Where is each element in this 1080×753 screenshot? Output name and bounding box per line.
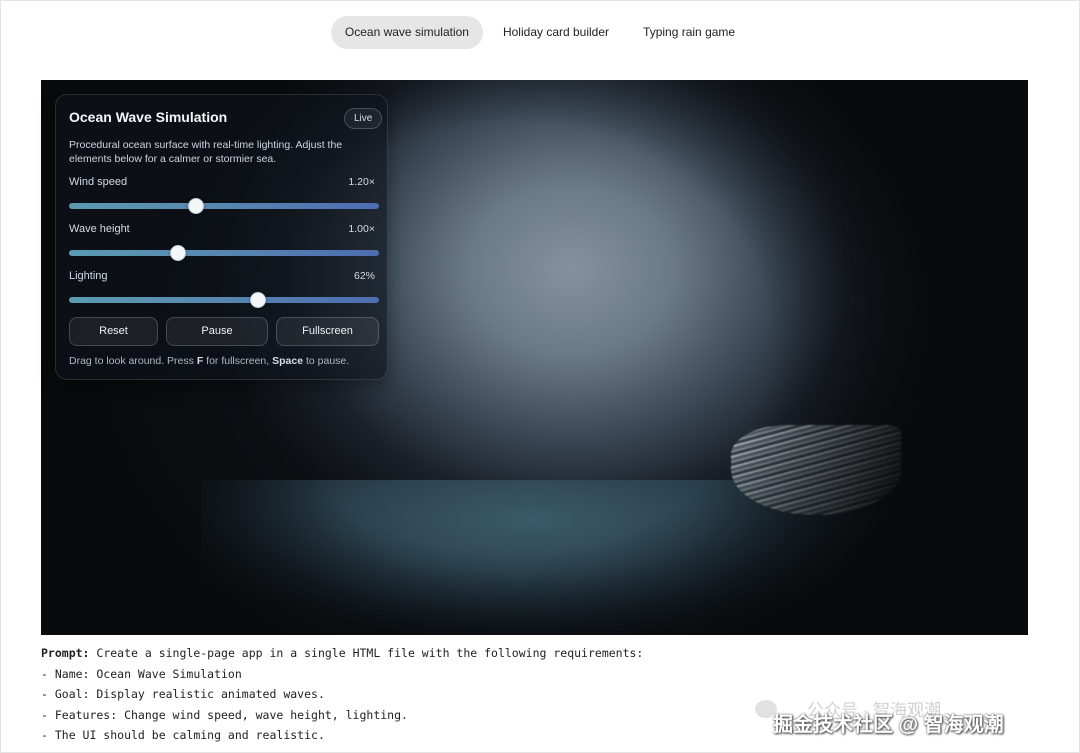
- reset-button[interactable]: Reset: [69, 317, 158, 346]
- wave-height-slider[interactable]: [69, 245, 379, 261]
- tab-holiday-card-builder[interactable]: Holiday card builder: [489, 16, 623, 49]
- wave-height-label: Wave height: [69, 223, 130, 235]
- pause-button[interactable]: Pause: [166, 317, 268, 346]
- tab-typing-rain-game[interactable]: Typing rain game: [629, 16, 749, 49]
- key-space: Space: [272, 355, 304, 367]
- prompt-line: - Goal: Display realistic animated waves…: [41, 687, 325, 702]
- prompt-line: - Name: Ocean Wave Simulation: [41, 666, 242, 681]
- prompt-line: - The UI should be calming and realistic…: [41, 728, 325, 743]
- wind-speed-label: Wind speed: [69, 176, 128, 188]
- tab-bar: Ocean wave simulation Holiday card build…: [0, 16, 1080, 49]
- watermark: 公众号 · 智海观潮 掘金技术社区 @ 智海观潮: [755, 696, 1065, 746]
- prompt-line: - Features: Change wind speed, wave heig…: [41, 707, 408, 722]
- lighting-value: 62%: [353, 270, 375, 282]
- controls-hint: Drag to look around. Press F for fullscr…: [69, 355, 350, 367]
- fullscreen-button[interactable]: Fullscreen: [276, 317, 379, 346]
- wind-speed-slider-thumb[interactable]: [188, 198, 205, 214]
- wave-height-value: 1.00×: [348, 223, 375, 235]
- prompt-first-line: Prompt: Create a single-page app in a si…: [41, 646, 644, 660]
- tab-ocean-wave-simulation[interactable]: Ocean wave simulation: [330, 16, 483, 49]
- panel-title: Ocean Wave Simulation: [69, 109, 228, 125]
- prompt-label: Prompt:: [41, 646, 90, 660]
- watermark-main-text: 掘金技术社区 @ 智海观潮: [773, 714, 1004, 736]
- lighting-label: Lighting: [69, 270, 108, 282]
- prompt-text: Prompt: Create a single-page app in a si…: [41, 643, 761, 746]
- wave-height-slider-thumb[interactable]: [169, 245, 186, 261]
- lighting-slider[interactable]: [69, 292, 379, 308]
- live-badge: Live: [344, 108, 383, 129]
- panel-description: Procedural ocean surface with real-time …: [69, 139, 343, 165]
- wind-speed-slider[interactable]: [69, 198, 379, 214]
- lighting-slider-thumb[interactable]: [250, 292, 267, 308]
- wind-speed-value: 1.20×: [348, 176, 375, 188]
- control-panel: Ocean Wave Simulation Live Procedural oc…: [55, 94, 388, 380]
